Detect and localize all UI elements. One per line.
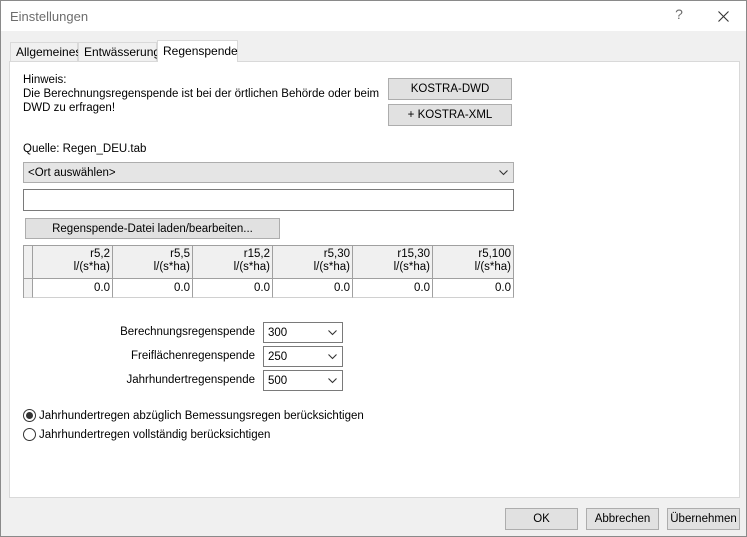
- header-unit: l/(s*ha): [474, 261, 511, 273]
- header-name: r15,2: [243, 248, 270, 260]
- close-icon: [717, 10, 729, 22]
- header-name: r5,100: [478, 248, 511, 260]
- cell-r5-2[interactable]: 0.0: [33, 279, 113, 298]
- help-button[interactable]: ?: [672, 6, 686, 22]
- header-name: r5,5: [170, 248, 190, 260]
- header-unit: l/(s*ha): [233, 261, 270, 273]
- location-text-field[interactable]: [23, 189, 514, 211]
- cell-r5-100[interactable]: 0.0: [433, 279, 514, 298]
- hint-title: Hinweis:: [23, 74, 67, 86]
- hint-line-2: DWD zu erfragen!: [23, 102, 116, 114]
- column-header-r5-100: r5,100 l/(s*ha): [433, 246, 514, 279]
- title-bar: Einstellungen ?: [1, 1, 746, 31]
- radio-fully-consider[interactable]: Jahrhundertregen vollständig berücksicht…: [23, 428, 270, 441]
- column-header-r15-30: r15,30 l/(s*ha): [353, 246, 433, 279]
- header-name: r5,2: [90, 248, 110, 260]
- row-header[interactable]: [24, 279, 33, 298]
- berechnung-value: 300: [268, 326, 288, 339]
- header-unit: l/(s*ha): [73, 261, 110, 273]
- freiflaechen-label: Freiflächenregenspende: [130, 350, 255, 362]
- ok-button[interactable]: OK: [505, 508, 578, 530]
- chevron-down-icon: [328, 329, 337, 335]
- chevron-down-icon: [328, 377, 337, 383]
- rain-intensity-table: r5,2 l/(s*ha) r5,5 l/(s*ha) r15,2 l/(s*h…: [23, 245, 514, 298]
- header-unit: l/(s*ha): [313, 261, 350, 273]
- load-file-button[interactable]: Regenspende-Datei laden/bearbeiten...: [25, 218, 280, 239]
- tab-regenspende[interactable]: Regenspende: [157, 40, 238, 62]
- radio-subtract-bemessung[interactable]: Jahrhundertregen abzüglich Bemessungsreg…: [23, 409, 364, 422]
- header-name: r15,30: [397, 248, 430, 260]
- cell-r5-5[interactable]: 0.0: [113, 279, 193, 298]
- jahrhundert-label: Jahrhundertregenspende: [126, 374, 255, 386]
- radio-subtract-label: Jahrhundertregen abzüglich Bemessungsreg…: [39, 409, 364, 422]
- column-header-r5-2: r5,2 l/(s*ha): [33, 246, 113, 279]
- header-name: r5,30: [323, 248, 350, 260]
- settings-dialog: Einstellungen ? Allgemeines Entwässerung…: [0, 0, 747, 537]
- cell-r15-2[interactable]: 0.0: [193, 279, 273, 298]
- jahrhundert-select[interactable]: 500: [263, 370, 343, 391]
- location-select-value: <Ort auswählen>: [28, 166, 116, 179]
- header-unit: l/(s*ha): [153, 261, 190, 273]
- cancel-button[interactable]: Abbrechen: [586, 508, 659, 530]
- hint-line-1: Die Berechnungsregenspende ist bei der ö…: [23, 88, 380, 100]
- jahrhundert-value: 500: [268, 374, 288, 387]
- chevron-down-icon: [499, 169, 508, 175]
- cell-r5-30[interactable]: 0.0: [273, 279, 353, 298]
- tab-entwaesserung[interactable]: Entwässerung: [78, 42, 160, 61]
- radio-unchecked-icon: [23, 428, 36, 441]
- column-header-r15-2: r15,2 l/(s*ha): [193, 246, 273, 279]
- regenspende-panel: Hinweis: Die Berechnungsregenspende ist …: [9, 61, 740, 498]
- location-select[interactable]: <Ort auswählen>: [23, 162, 514, 183]
- chevron-down-icon: [328, 353, 337, 359]
- close-button[interactable]: [709, 3, 737, 29]
- column-header-r5-30: r5,30 l/(s*ha): [273, 246, 353, 279]
- corner-cell: [24, 246, 33, 279]
- freiflaechen-value: 250: [268, 350, 288, 363]
- hint-text: Hinweis: Die Berechnungsregenspende ist …: [23, 73, 379, 115]
- radio-checked-icon: [23, 409, 36, 422]
- berechnung-label: Berechnungsregenspende: [120, 326, 255, 338]
- freiflaechen-select[interactable]: 250: [263, 346, 343, 367]
- column-header-r5-5: r5,5 l/(s*ha): [113, 246, 193, 279]
- source-label: Quelle: Regen_DEU.tab: [23, 143, 147, 155]
- berechnung-select[interactable]: 300: [263, 322, 343, 343]
- cell-r15-30[interactable]: 0.0: [353, 279, 433, 298]
- header-unit: l/(s*ha): [393, 261, 430, 273]
- apply-button[interactable]: Übernehmen: [667, 508, 740, 530]
- tab-allgemeines[interactable]: Allgemeines: [10, 42, 81, 61]
- radio-fully-label: Jahrhundertregen vollständig berücksicht…: [39, 428, 271, 441]
- kostra-xml-button[interactable]: + KOSTRA-XML: [388, 104, 512, 126]
- window-title: Einstellungen: [10, 9, 89, 24]
- kostra-dwd-button[interactable]: KOSTRA-DWD: [388, 78, 512, 100]
